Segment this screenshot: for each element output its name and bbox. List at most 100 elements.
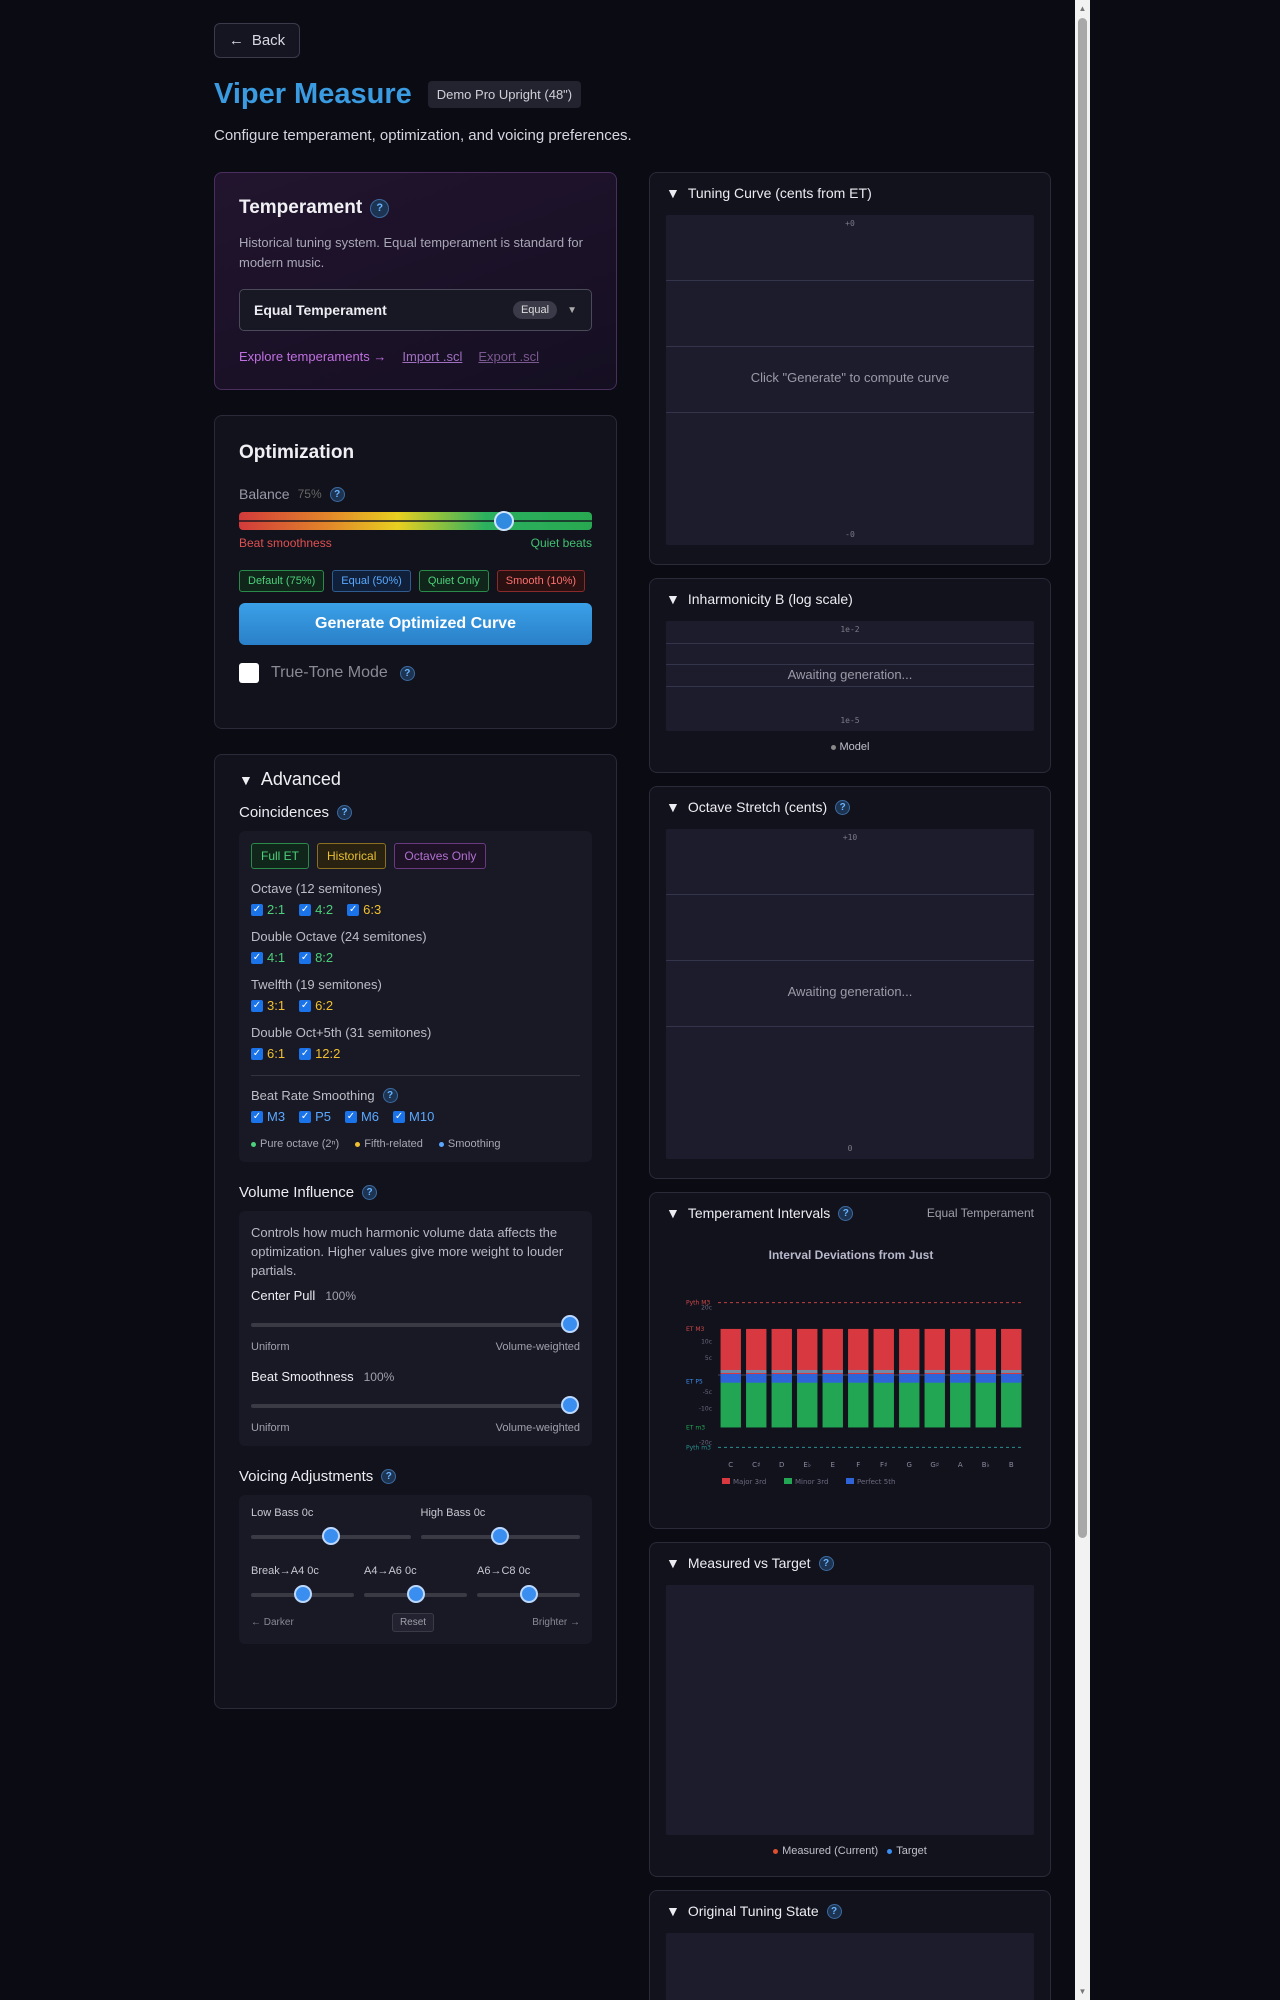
temperament-title: Temperament: [239, 197, 363, 218]
original-toggle[interactable]: ▼ Original Tuning State ?: [666, 1903, 1034, 1919]
beat-smoothing-checkbox[interactable]: ✓ M3: [251, 1109, 285, 1124]
low-bass-slider[interactable]: [251, 1527, 411, 1545]
volume-slider-value: 100%: [363, 1370, 395, 1384]
high-bass-slider[interactable]: [420, 1527, 580, 1545]
full-et-button[interactable]: Full ET: [251, 843, 310, 869]
balance-slider[interactable]: [239, 511, 592, 531]
advanced-toggle[interactable]: ▼ Advanced: [239, 769, 592, 790]
gridline: [666, 960, 1034, 961]
volume-slider-handle[interactable]: [561, 1396, 579, 1414]
beat-smoothing-checkbox[interactable]: ✓ M6: [344, 1109, 379, 1124]
reference-label: ET M3: [686, 1326, 705, 1333]
legend-dot: [830, 744, 836, 750]
a4-a6-slider[interactable]: [364, 1585, 467, 1603]
help-icon[interactable]: ?: [370, 198, 390, 218]
scroll-up-arrow[interactable]: ▲: [1075, 4, 1090, 13]
preset-quiet-only-button[interactable]: Quiet Only: [418, 570, 489, 592]
a6-c8-handle[interactable]: [519, 1585, 538, 1603]
legend-swatch: [846, 1478, 854, 1484]
help-icon[interactable]: ?: [382, 1088, 398, 1103]
scroll-down-arrow[interactable]: ▼: [1075, 1987, 1090, 1996]
coincidence-checkbox[interactable]: ✓ 8:2: [299, 950, 333, 965]
device-badge[interactable]: Demo Pro Upright (48"): [427, 81, 582, 108]
low-bass-handle[interactable]: [321, 1527, 340, 1545]
inharmonicity-message: Awaiting generation...: [787, 667, 913, 682]
intervals-toggle[interactable]: ▼ Temperament Intervals ? Equal Temperam…: [666, 1205, 1034, 1221]
legend-dot: [887, 1848, 893, 1854]
preset-default-button[interactable]: Default (75%): [239, 570, 325, 592]
bar-major-3rd: [848, 1328, 869, 1375]
preset-equal-button[interactable]: Equal (50%): [332, 570, 411, 592]
coincidence-checkbox[interactable]: ✓ 12:2: [299, 1046, 340, 1061]
break-a4-slider[interactable]: [251, 1585, 354, 1603]
help-icon[interactable]: ?: [329, 486, 345, 502]
preset-smooth-button[interactable]: Smooth (10%): [496, 570, 586, 592]
help-icon[interactable]: ?: [381, 1469, 397, 1484]
volume-slider-title: Beat Smoothness 100%: [251, 1369, 580, 1384]
octave-stretch-message: Awaiting generation...: [787, 984, 913, 999]
coincidence-checkbox[interactable]: ✓ 6:1: [251, 1046, 285, 1061]
reset-button[interactable]: Reset: [391, 1613, 435, 1632]
a6-c8-slider[interactable]: [477, 1585, 580, 1603]
checkmark-icon: ✓: [251, 951, 263, 964]
volume-panel: Controls how much harmonic volume data a…: [239, 1211, 592, 1446]
bar-minor-3rd: [950, 1375, 971, 1428]
export-scl-link[interactable]: Export .scl: [478, 349, 539, 364]
darker-label: ← Darker: [251, 1617, 294, 1628]
bar-major-3rd: [950, 1328, 971, 1375]
help-icon[interactable]: ?: [838, 1205, 854, 1221]
beat-smoothing-checkbox[interactable]: ✓ P5: [299, 1109, 331, 1124]
coincidence-checkbox[interactable]: ✓ 4:2: [299, 902, 333, 917]
help-icon[interactable]: ?: [835, 799, 851, 815]
quiet-beats-label: Quiet beats: [530, 536, 592, 550]
legend-label: Minor 3rd: [795, 1478, 828, 1486]
coincidence-checkbox[interactable]: ✓ 2:1: [251, 902, 285, 917]
scrollbar[interactable]: ▲ ▼: [1075, 0, 1090, 2000]
inharmonicity-title: Inharmonicity B (log scale): [687, 591, 853, 607]
coincidence-checkbox-row: ✓ 6:1 ✓ 12:2: [251, 1046, 580, 1061]
beat-smoothing-checkbox[interactable]: ✓ M10: [393, 1109, 434, 1124]
help-icon[interactable]: ?: [399, 665, 415, 681]
back-button[interactable]: ← Back: [214, 23, 300, 58]
balance-slider-handle[interactable]: [493, 511, 514, 531]
measured-toggle[interactable]: ▼ Measured vs Target ?: [666, 1555, 1034, 1571]
bar-perfect-5th: [1001, 1374, 1022, 1383]
x-tick-label: E♭: [803, 1461, 811, 1469]
bar-major-3rd: [1001, 1328, 1022, 1375]
bar-perfect-5th: [771, 1374, 792, 1383]
legend-label: Major 3rd: [733, 1478, 766, 1486]
bar-overlay: [950, 1369, 971, 1373]
checkmark-icon: ✓: [299, 1047, 312, 1060]
octave-stretch-plot: +10 Awaiting generation... 0: [666, 829, 1034, 1159]
scrollbar-thumb[interactable]: [1078, 18, 1087, 1538]
coincidence-group-title: Double Oct+5th (31 semitones): [251, 1025, 432, 1040]
volume-slider-handle[interactable]: [561, 1315, 579, 1333]
coincidence-checkbox[interactable]: ✓ 6:3: [347, 902, 381, 917]
high-bass-handle[interactable]: [491, 1527, 510, 1545]
a4-a6-handle[interactable]: [406, 1585, 425, 1603]
octave-stretch-toggle[interactable]: ▼ Octave Stretch (cents) ?: [666, 799, 1034, 815]
explore-temperaments-link[interactable]: Explore temperaments →: [239, 349, 386, 364]
bar-perfect-5th: [924, 1374, 945, 1383]
coincidence-checkbox[interactable]: ✓ 4:1: [251, 950, 285, 965]
historical-button[interactable]: Historical: [317, 843, 387, 869]
true-tone-checkbox[interactable]: [239, 663, 259, 683]
tuning-curve-toggle[interactable]: ▼ Tuning Curve (cents from ET): [666, 185, 1034, 201]
coincidence-checkbox-row: ✓ 2:1 ✓ 4:2 ✓ 6:3: [251, 902, 580, 917]
help-icon[interactable]: ?: [362, 1185, 378, 1200]
volume-slider[interactable]: [251, 1396, 579, 1414]
coincidence-legend: Pure octave (2ⁿ) Fifth-related Smoothing: [251, 1138, 580, 1150]
volume-slider[interactable]: [251, 1315, 579, 1333]
import-scl-link[interactable]: Import .scl: [402, 349, 462, 364]
help-icon[interactable]: ?: [826, 1903, 842, 1919]
help-icon[interactable]: ?: [818, 1555, 834, 1571]
coincidence-checkbox[interactable]: ✓ 3:1: [251, 998, 285, 1013]
octaves-only-button[interactable]: Octaves Only: [394, 843, 487, 869]
help-icon[interactable]: ?: [337, 805, 353, 820]
legend-label: Perfect 5th: [857, 1478, 895, 1486]
inharmonicity-toggle[interactable]: ▼ Inharmonicity B (log scale): [666, 591, 1034, 607]
break-a4-handle[interactable]: [293, 1585, 312, 1603]
temperament-select[interactable]: Equal Temperament Equal ▼: [239, 289, 592, 331]
generate-curve-button[interactable]: Generate Optimized Curve: [239, 603, 592, 645]
coincidence-checkbox[interactable]: ✓ 6:2: [299, 998, 333, 1013]
